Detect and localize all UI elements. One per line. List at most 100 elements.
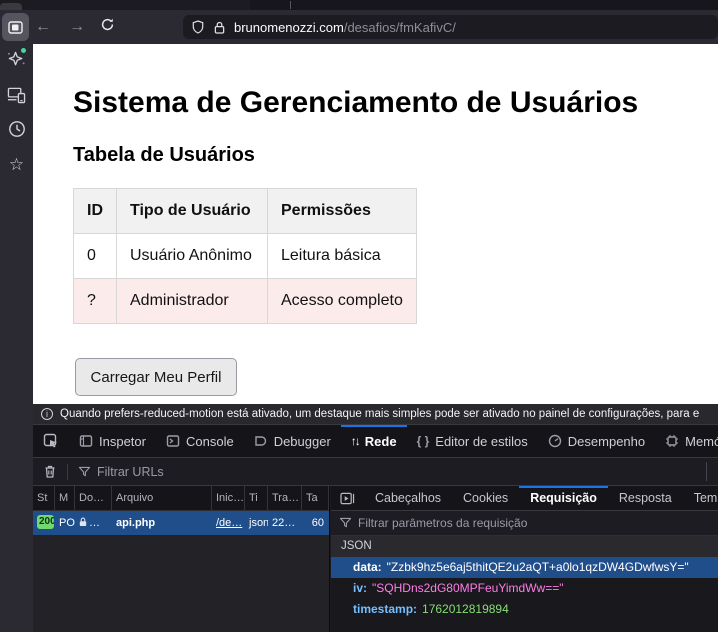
request-details-panel: Cabeçalhos Cookies Requisição Resposta T…	[331, 486, 718, 632]
tab-rede[interactable]: ↑↓ Rede	[341, 425, 407, 457]
col-header-permissoes: Permissões	[268, 189, 417, 234]
memory-chip-icon	[665, 434, 679, 448]
tab-tempos[interactable]: Tempos	[683, 486, 718, 510]
tab-label: Resposta	[619, 491, 672, 505]
param-key: timestamp:	[353, 602, 417, 616]
cell-permissoes: Acesso completo	[268, 279, 417, 324]
col-type[interactable]: Ti	[245, 486, 268, 510]
browser-toolbar: ← → brunomenozzi.com/desafios/fmKafivC/	[0, 10, 718, 44]
url-bar[interactable]: brunomenozzi.com/desafios/fmKafivC/	[183, 15, 718, 39]
url-filter-input[interactable]	[97, 465, 297, 479]
pick-element-icon	[43, 433, 59, 449]
tab-label: Cookies	[463, 491, 508, 505]
col-method[interactable]: M	[55, 486, 75, 510]
load-profile-button[interactable]: Carregar Meu Perfil	[75, 358, 237, 396]
table-row-anonimo: 0 Usuário Anônimo Leitura básica	[74, 234, 417, 279]
request-list-empty-area	[33, 535, 329, 632]
section-heading: Tabela de Usuários	[73, 144, 255, 167]
col-header-id: ID	[74, 189, 117, 234]
url-filter[interactable]	[78, 465, 297, 479]
tab-console[interactable]: Console	[156, 425, 244, 457]
tab-editor-de-estilos[interactable]: { } Editor de estilos	[407, 425, 538, 457]
synced-tabs-button[interactable]	[0, 86, 33, 104]
json-section-header[interactable]: JSON	[331, 536, 718, 557]
bookmarks-button[interactable]: ☆	[0, 156, 33, 173]
tab-resposta[interactable]: Resposta	[608, 486, 683, 510]
performance-gauge-icon	[548, 434, 562, 448]
ai-chat-button[interactable]	[0, 50, 33, 69]
param-row-iv[interactable]: iv: "SQHDns2dG80MPFeuYimdWw=="	[331, 578, 718, 599]
pick-element-button[interactable]	[33, 425, 69, 457]
param-key: data:	[353, 560, 382, 574]
tab-label: Tempos	[694, 491, 718, 505]
table-header-row: ID Tipo de Usuário Permissões	[74, 189, 417, 234]
col-file[interactable]: Arquivo	[112, 486, 212, 510]
param-row-data[interactable]: data: "Zzbk9hz5e6aj5thitQE2u2aQT+a0lo1qzD…	[331, 557, 718, 578]
param-value: "Zzbk9hz5e6aj5thitQE2u2aQT+a0lo1qzDW4GDw…	[387, 560, 689, 574]
funnel-icon	[339, 517, 352, 529]
toolbar-right-divider	[706, 462, 707, 481]
tab-label: Rede	[365, 434, 397, 449]
debugger-icon	[254, 434, 268, 448]
request-status: 200	[33, 515, 55, 532]
param-row-timestamp[interactable]: timestamp: 1762012819894	[331, 599, 718, 620]
param-value: "SQHDns2dG80MPFeuYimdWw=="	[372, 581, 563, 595]
request-row-selected[interactable]: 200 POST … api.php /de… json 22… 60	[33, 511, 329, 535]
braces-icon: { }	[417, 434, 430, 448]
reload-button[interactable]	[100, 17, 115, 32]
tab-label: Inspetor	[99, 434, 146, 449]
request-file: api.php	[112, 517, 212, 529]
tab-strip-shade	[250, 0, 718, 10]
browser-tab-partial[interactable]	[0, 3, 22, 10]
tab-memoria[interactable]: Memória	[655, 425, 718, 457]
lock-icon	[79, 517, 87, 527]
request-method: POST	[55, 517, 75, 529]
page-title: Sistema de Gerenciamento de Usuários	[73, 86, 638, 120]
sidebar-toggle-button[interactable]	[2, 13, 29, 41]
network-toolbar	[33, 458, 718, 486]
param-filter-input[interactable]	[358, 516, 598, 530]
active-tab-indicator	[519, 486, 608, 488]
col-transferred[interactable]: Tra…	[268, 486, 302, 510]
cell-id: ?	[74, 279, 117, 324]
col-status[interactable]: St	[33, 486, 55, 510]
tab-label: Desempenho	[568, 434, 645, 449]
col-size[interactable]: Ta	[302, 486, 329, 510]
notification-text: Quando prefers-reduced-motion está ativa…	[60, 408, 699, 420]
param-key: iv:	[353, 581, 367, 595]
col-domain[interactable]: Do…	[75, 486, 112, 510]
devtools-notification-bar: i Quando prefers-reduced-motion está ati…	[33, 404, 718, 425]
domain-text: …	[89, 517, 100, 529]
page-content: Sistema de Gerenciamento de Usuários Tab…	[33, 44, 718, 404]
tab-inspetor[interactable]: Inspetor	[69, 425, 156, 457]
clear-requests-button[interactable]	[33, 464, 67, 479]
sparkle-icon	[7, 50, 26, 69]
funnel-icon	[78, 466, 91, 478]
history-button[interactable]	[0, 120, 33, 138]
star-icon: ☆	[9, 156, 24, 173]
tab-label: Requisição	[530, 491, 597, 505]
request-domain: …	[75, 517, 112, 529]
inspector-icon	[79, 434, 93, 448]
tab-requisicao[interactable]: Requisição	[519, 486, 608, 510]
request-initiator[interactable]: /de…	[212, 517, 245, 529]
url-path: /desafios/fmKafivC/	[344, 20, 456, 35]
tab-label: Cabeçalhos	[375, 491, 441, 505]
back-button[interactable]: ←	[32, 15, 54, 39]
info-icon: i	[41, 408, 53, 420]
forward-button[interactable]: →	[66, 15, 88, 39]
https-lock-icon[interactable]	[214, 21, 225, 34]
tab-cookies[interactable]: Cookies	[452, 486, 519, 510]
col-header-tipo: Tipo de Usuário	[117, 189, 268, 234]
param-filter[interactable]	[331, 511, 718, 536]
tab-desempenho[interactable]: Desempenho	[538, 425, 655, 457]
tracking-protection-shield-icon[interactable]	[192, 20, 204, 34]
tab-label: Console	[186, 434, 234, 449]
tab-debugger[interactable]: Debugger	[244, 425, 341, 457]
resend-request-button[interactable]	[331, 486, 364, 510]
forward-arrow-icon: →	[69, 18, 85, 36]
toolbar-divider	[67, 464, 68, 480]
col-initiator[interactable]: Inic…	[212, 486, 245, 510]
tab-cabecalhos[interactable]: Cabeçalhos	[364, 486, 452, 510]
param-value: 1762012819894	[422, 602, 509, 616]
